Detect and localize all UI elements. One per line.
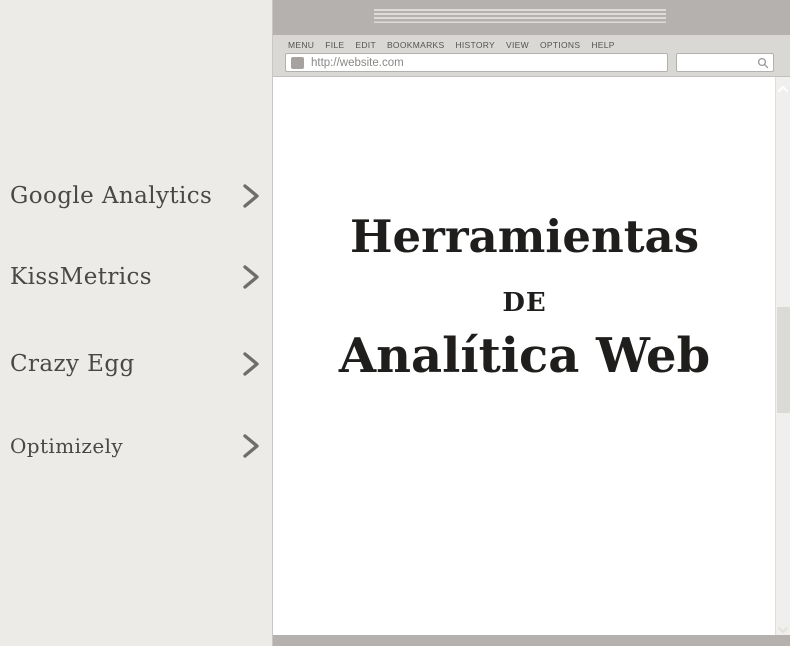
sidebar-item-label: Crazy Egg — [10, 351, 135, 377]
address-bar[interactable]: http://website.com — [285, 53, 668, 72]
search-icon — [757, 57, 769, 69]
sidebar-item-google-analytics[interactable]: Google Analytics — [10, 179, 262, 213]
poster-graphic: Google Analytics KissMetrics Crazy Egg O… — [0, 0, 790, 646]
search-input[interactable] — [676, 53, 774, 72]
window-bottombar — [273, 635, 790, 646]
menu-item-options[interactable]: OPTIONS — [540, 40, 580, 50]
menu-item-file[interactable]: FILE — [325, 40, 344, 50]
scroll-up-icon[interactable] — [777, 81, 789, 92]
sidebar-item-label: KissMetrics — [10, 264, 152, 290]
poster-title-line1: Herramientas — [349, 210, 700, 263]
page-icon — [291, 56, 304, 69]
sidebar: Google Analytics KissMetrics Crazy Egg O… — [0, 0, 272, 646]
address-text: http://website.com — [311, 56, 404, 69]
menu-item-help[interactable]: HELP — [591, 40, 614, 50]
sidebar-item-optimizely[interactable]: Optimizely — [10, 429, 262, 463]
scroll-down-icon[interactable] — [777, 622, 789, 633]
menu-item-view[interactable]: VIEW — [506, 40, 529, 50]
chevron-right-icon — [240, 433, 262, 459]
menu-bar: MENU FILE EDIT BOOKMARKS HISTORY VIEW OP… — [288, 39, 615, 51]
menu-item-history[interactable]: HISTORY — [455, 40, 495, 50]
chevron-right-icon — [240, 264, 262, 290]
sidebar-item-kissmetrics[interactable]: KissMetrics — [10, 260, 262, 294]
sidebar-item-crazy-egg[interactable]: Crazy Egg — [10, 347, 262, 381]
sidebar-item-label: Google Analytics — [10, 183, 213, 209]
url-row: http://website.com — [285, 53, 779, 72]
menu-item-menu[interactable]: MENU — [288, 40, 314, 50]
chevron-right-icon — [240, 183, 262, 209]
chevron-right-icon — [240, 351, 262, 377]
sidebar-item-label: Optimizely — [10, 434, 124, 458]
menu-item-edit[interactable]: EDIT — [355, 40, 376, 50]
titlebar-grill-decoration — [374, 9, 666, 24]
browser-window: MENU FILE EDIT BOOKMARKS HISTORY VIEW OP… — [272, 0, 790, 646]
vertical-scrollbar[interactable] — [775, 77, 790, 635]
menu-item-bookmarks[interactable]: BOOKMARKS — [387, 40, 445, 50]
browser-chrome: MENU FILE EDIT BOOKMARKS HISTORY VIEW OP… — [273, 35, 790, 77]
poster-title-block: Herramientas DE Analítica Web — [273, 210, 776, 385]
poster-title-line2: DE — [502, 288, 547, 318]
page-content: Herramientas DE Analítica Web — [273, 77, 776, 635]
window-titlebar — [273, 0, 790, 35]
scrollbar-thumb[interactable] — [777, 307, 790, 413]
poster-title-line3: Analítica Web — [338, 328, 711, 384]
